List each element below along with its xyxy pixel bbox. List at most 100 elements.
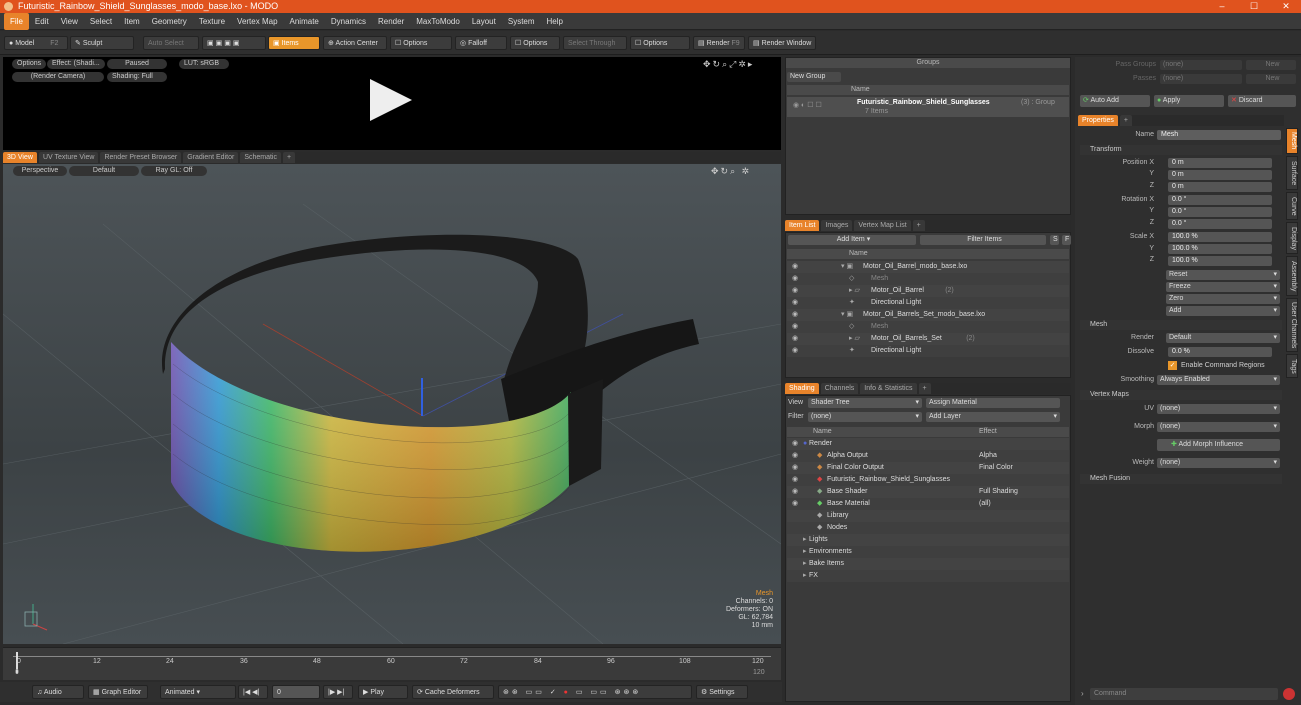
tab-channels[interactable]: Channels [820, 383, 859, 394]
side-tab-curve[interactable]: Curve [1286, 192, 1298, 220]
sculpt-button[interactable]: ✎ Sculpt [70, 36, 134, 50]
smoothing-dropdown[interactable]: Always Enabled ▾ [1157, 375, 1280, 385]
visibility-eye-icon[interactable]: ◉ [791, 450, 799, 462]
tree-expand-icon[interactable]: ◇ [849, 273, 854, 285]
item-list-row[interactable]: ◉ ▸ ▱ Motor_Oil_Barrel (2) [787, 285, 1069, 297]
menu-layout[interactable]: Layout [466, 13, 502, 30]
side-tab-display[interactable]: Display [1286, 222, 1298, 254]
position-y-field[interactable]: 0 m [1168, 170, 1272, 180]
discard-button[interactable]: ✕ Discard [1228, 95, 1296, 107]
shading-effect[interactable]: (all) [979, 498, 991, 510]
item-list-row[interactable]: ◉ ✦ Directional Light [787, 297, 1069, 309]
uv-dropdown[interactable]: (none) ▾ [1157, 404, 1280, 414]
menu-vertex-map[interactable]: Vertex Map [231, 13, 283, 30]
menu-help[interactable]: Help [541, 13, 569, 30]
minimize-button[interactable]: – [1215, 0, 1229, 13]
tab-add-properties[interactable]: + [1119, 115, 1132, 126]
visibility-eye-icon[interactable]: ◉ [791, 438, 799, 450]
tab-item-list[interactable]: Item List [785, 220, 820, 231]
position-x-field[interactable]: 0 m [1168, 158, 1272, 168]
mesh-section[interactable]: Mesh [1080, 320, 1282, 330]
visibility-eye-icon[interactable]: ◉ [791, 486, 799, 498]
view-dropdown[interactable]: Shader Tree ▾ [808, 398, 922, 408]
scale-y-field[interactable]: 100.0 % [1168, 244, 1272, 254]
menu-render[interactable]: Render [372, 13, 410, 30]
scale-x-field[interactable]: 100.0 % [1168, 232, 1272, 242]
cache-deformers-button[interactable]: ⟳ Cache Deformers [412, 685, 494, 699]
visibility-eye-icon[interactable]: ◉ [791, 285, 799, 297]
shading-effect[interactable]: Final Color [979, 462, 1013, 474]
visibility-eye-icon[interactable]: ◉ [791, 474, 799, 486]
menu-view[interactable]: View [55, 13, 84, 30]
shading-row[interactable]: ◉ Base Shader ◆ Full Shading [787, 486, 1069, 498]
rotation-x-field[interactable]: 0.0 ° [1168, 195, 1272, 205]
add-item-dropdown[interactable]: Add Item ▾ [788, 235, 916, 245]
side-tab-assembly[interactable]: Assembly [1286, 256, 1298, 296]
side-tab-user-channels[interactable]: User Channels [1286, 298, 1298, 352]
preview-shading-dropdown[interactable]: Shading: Full [107, 72, 167, 82]
timeline[interactable]: 0 12 24 36 48 60 72 84 96 108 120 0 120 [3, 647, 781, 680]
side-tab-surface[interactable]: Surface [1286, 156, 1298, 190]
add-morph-influence-button[interactable]: ✚ Add Morph Influence [1157, 439, 1280, 451]
preview-nav-icons[interactable]: ✥↻⌕⤢✲▸ [703, 59, 754, 70]
visibility-eye-icon[interactable]: ◉ [791, 309, 799, 321]
visibility-eye-icon[interactable]: ◉ [791, 297, 799, 309]
item-list-row[interactable]: ◉ ◇ Mesh [787, 273, 1069, 285]
audio-button[interactable]: ♫ Audio [32, 685, 84, 699]
tab-schematic[interactable]: Schematic [240, 152, 281, 163]
key-tools-icons[interactable]: ⊛⊛ ▭▭ ✓ ● ▭ ▭▭ ⊛⊛⊛ [498, 685, 692, 699]
play-button[interactable]: ▶ Play [358, 685, 408, 699]
preview-options-button[interactable]: Options [12, 59, 47, 69]
menu-maxtomodo[interactable]: MaxToModo [410, 13, 466, 30]
shading-effect[interactable]: Full Shading [979, 486, 1018, 498]
tab-info-statistics[interactable]: Info & Statistics [860, 383, 917, 394]
weight-dropdown[interactable]: (none) ▾ [1157, 458, 1280, 468]
menu-item[interactable]: Item [118, 13, 146, 30]
3d-viewport[interactable]: Perspective Default Ray GL: Off ✥↻⌕ ✲ Me… [3, 164, 781, 644]
render-preview[interactable]: Options Effect: (Shadi... Paused LUT: sR… [3, 57, 781, 150]
name-field[interactable]: Mesh [1157, 130, 1281, 140]
s-button[interactable]: S [1050, 235, 1059, 245]
tree-expand-icon[interactable]: ▸ ▱ [849, 333, 860, 345]
settings-button[interactable]: ⚙ Settings [696, 685, 748, 699]
tree-expand-icon[interactable]: ✦ [849, 297, 855, 309]
group-row[interactable]: ◉ ◐ ☐ ☐ Futuristic_Rainbow_Shield_Sungla… [787, 97, 1069, 117]
preview-camera-dropdown[interactable]: (Render Camera) [12, 72, 104, 82]
shading-row[interactable]: Library ◆ [787, 510, 1069, 522]
auto-select-button[interactable]: Auto Select [143, 36, 199, 50]
assign-material-button[interactable]: Assign Material [926, 398, 1060, 408]
animated-dropdown[interactable]: Animated ▾ [160, 685, 236, 699]
close-button[interactable]: ✕ [1279, 0, 1293, 13]
shading-row[interactable]: Environments ▸ [787, 546, 1069, 558]
shading-row[interactable]: Lights ▸ [787, 534, 1069, 546]
transform-section[interactable]: Transform [1080, 145, 1282, 155]
falloff-button[interactable]: ◎ Falloff [455, 36, 507, 50]
visibility-eye-icon[interactable]: ◉ [791, 345, 799, 357]
command-status-icon[interactable] [1283, 688, 1295, 700]
step-back-buttons[interactable]: |◀ ◀| [238, 685, 268, 699]
preview-lut-dropdown[interactable]: LUT: sRGB [179, 59, 229, 69]
menu-geometry[interactable]: Geometry [146, 13, 193, 30]
vertex-maps-section[interactable]: Vertex Maps [1080, 390, 1282, 400]
item-list-row[interactable]: ◉ ▾ ▣ Motor_Oil_Barrel_modo_base.lxo [787, 261, 1069, 273]
selection-mode-icons[interactable]: ▣▣▣▣ [202, 36, 266, 50]
filter-dropdown[interactable]: (none) ▾ [808, 412, 922, 422]
zero-dropdown[interactable]: Zero ▾ [1166, 294, 1280, 304]
tree-expand-icon[interactable]: ▾ ▣ [841, 261, 853, 273]
tree-expand-icon[interactable]: ◇ [849, 321, 854, 333]
tab-add[interactable]: + [283, 152, 296, 163]
tab-shading[interactable]: Shading [785, 383, 819, 394]
render-dropdown[interactable]: Default ▾ [1166, 333, 1280, 343]
auto-add-button[interactable]: ⟳ Auto Add [1080, 95, 1150, 107]
side-tab-mesh[interactable]: Mesh [1286, 128, 1298, 154]
pass-groups-dropdown[interactable]: (none) [1160, 60, 1242, 70]
enable-command-regions-checkbox[interactable]: ✓ [1168, 361, 1177, 370]
item-list-row[interactable]: ◉ ▸ ▱ Motor_Oil_Barrels_Set (2) [787, 333, 1069, 345]
item-list-row[interactable]: ◉ ◇ Mesh [787, 321, 1069, 333]
apply-button[interactable]: ● Apply [1154, 95, 1224, 107]
frame-input[interactable]: 0 [272, 685, 320, 699]
tab-add-shading[interactable]: + [918, 383, 931, 394]
command-input[interactable]: Command [1090, 688, 1278, 700]
options-button-2[interactable]: ☐ Options [510, 36, 560, 50]
render-button[interactable]: ▤ Render F9 [693, 36, 745, 50]
